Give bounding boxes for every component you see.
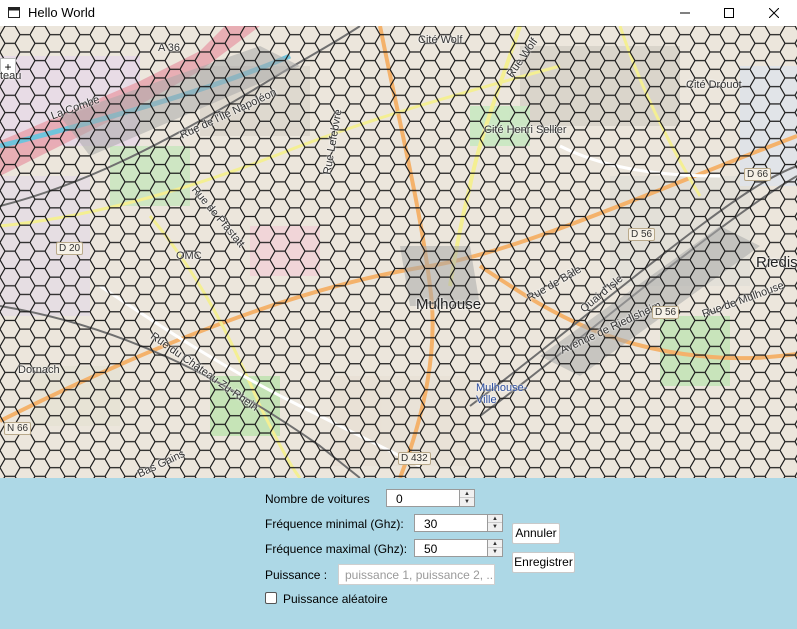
minimize-icon	[680, 12, 690, 14]
maximize-icon	[724, 8, 734, 18]
freq-min-value: 30	[424, 517, 438, 531]
nb-voitures-spinner[interactable]: 0 ▲ ▼	[386, 489, 475, 507]
title-bar: Hello World	[0, 0, 797, 26]
freq-min-spinner[interactable]: 30 ▲ ▼	[414, 514, 503, 532]
cancel-button[interactable]: Annuler	[512, 523, 560, 544]
app-icon	[8, 7, 20, 18]
spinner-arrows[interactable]: ▲ ▼	[487, 540, 502, 556]
map-label-station: Mulhouse-Ville	[476, 382, 528, 406]
map-label: Cité Wolf	[418, 34, 463, 46]
map-label: Cité Henri Sellier	[484, 124, 567, 136]
map-canvas[interactable]	[0, 26, 797, 478]
spinner-arrows[interactable]: ▲ ▼	[487, 515, 502, 531]
puissance-input[interactable]: puissance 1, puissance 2, ...	[338, 564, 495, 585]
window-title: Hello World	[28, 5, 95, 20]
nb-voitures-value: 0	[396, 492, 403, 506]
freq-max-spinner[interactable]: 50 ▲ ▼	[414, 539, 503, 557]
freq-min-label: Fréquence minimal (Ghz):	[265, 517, 404, 531]
puissance-random-checkbox[interactable]	[265, 592, 277, 604]
decrement-icon[interactable]: ▼	[460, 498, 474, 506]
decrement-icon[interactable]: ▼	[488, 523, 502, 531]
puissance-random-label[interactable]: Puissance aléatoire	[283, 592, 388, 606]
map-label-city: Mulhouse	[416, 296, 482, 313]
map-label: teau	[0, 70, 22, 82]
nb-voitures-label: Nombre de voitures	[265, 492, 370, 506]
hex-grid-overlay	[0, 26, 797, 478]
increment-icon[interactable]: ▲	[488, 515, 502, 523]
puissance-label: Puissance :	[265, 568, 328, 582]
road-shield: D 432	[398, 452, 431, 465]
map-label: Cité Drouot	[686, 79, 742, 91]
save-button[interactable]: Enregistrer	[512, 552, 575, 573]
spinner-arrows[interactable]: ▲ ▼	[459, 490, 474, 506]
close-icon	[769, 8, 779, 18]
increment-icon[interactable]: ▲	[460, 490, 474, 498]
road-shield: D 66	[744, 168, 772, 181]
map-label: OMC	[176, 250, 202, 262]
map-view[interactable]: + teau A 36 La Combe Cité Wolf Cité Drou…	[0, 26, 797, 478]
minimize-button[interactable]	[662, 0, 708, 26]
map-label: Dornach	[18, 364, 60, 376]
increment-icon[interactable]: ▲	[488, 540, 502, 548]
map-label: Riedis	[756, 254, 797, 271]
decrement-icon[interactable]: ▼	[488, 548, 502, 556]
road-shield: D 56	[652, 306, 680, 319]
freq-max-value: 50	[424, 542, 438, 556]
road-shield: D 20	[56, 242, 84, 255]
maximize-button[interactable]	[706, 0, 752, 26]
settings-panel: Nombre de voitures 0 ▲ ▼ Fréquence minim…	[0, 478, 797, 629]
close-button[interactable]	[751, 0, 797, 26]
freq-max-label: Fréquence maximal (Ghz):	[265, 542, 408, 556]
road-shield: N 66	[4, 422, 32, 435]
road-shield: D 56	[628, 228, 656, 241]
map-label: A 36	[158, 42, 181, 54]
